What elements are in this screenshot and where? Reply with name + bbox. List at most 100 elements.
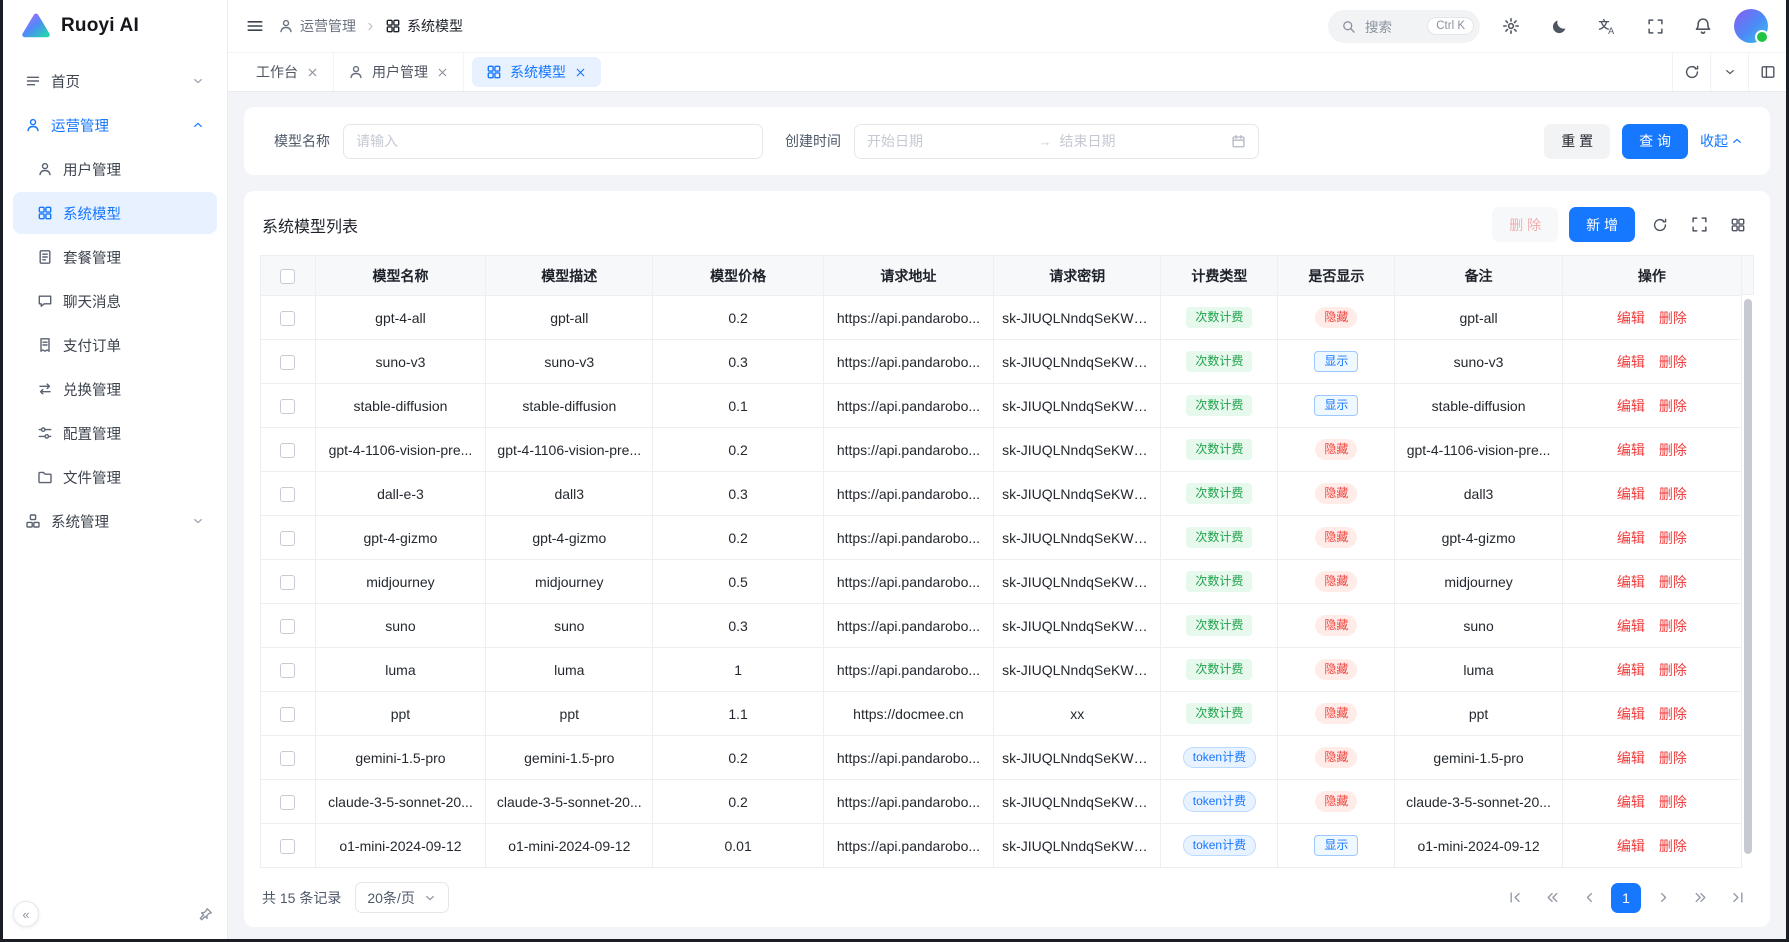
- row-checkbox[interactable]: [280, 663, 295, 678]
- sidebar-item-chat[interactable]: 聊天消息: [13, 280, 217, 322]
- global-search[interactable]: 搜索 Ctrl K: [1328, 10, 1480, 43]
- delete-link[interactable]: 删除: [1659, 442, 1687, 458]
- pin-sidebar-icon[interactable]: [198, 907, 213, 922]
- row-checkbox[interactable]: [280, 707, 295, 722]
- row-checkbox[interactable]: [280, 839, 295, 854]
- prev-page-button[interactable]: [1574, 883, 1604, 913]
- add-button[interactable]: 新 增: [1569, 207, 1635, 242]
- collapse-sidebar-button[interactable]: «: [13, 901, 39, 927]
- tab-models[interactable]: 系统模型: [472, 57, 601, 87]
- page-number-current[interactable]: 1: [1611, 883, 1641, 913]
- row-checkbox[interactable]: [280, 575, 295, 590]
- edit-link[interactable]: 编辑: [1617, 398, 1645, 414]
- edit-link[interactable]: 编辑: [1617, 354, 1645, 370]
- notifications-icon[interactable]: [1686, 9, 1720, 43]
- delete-link[interactable]: 删除: [1659, 662, 1687, 678]
- search-button[interactable]: 查 询: [1622, 124, 1688, 159]
- date-range-input[interactable]: 开始日期 → 结束日期: [854, 124, 1259, 159]
- scrollbar-thumb[interactable]: [1744, 299, 1752, 854]
- column-header: 请求密钥: [994, 256, 1161, 296]
- fullscreen-icon[interactable]: [1638, 9, 1672, 43]
- row-checkbox[interactable]: [280, 311, 295, 326]
- billing-type-tag: 次数计费: [1186, 659, 1252, 680]
- next-page-button[interactable]: [1648, 883, 1678, 913]
- delete-link[interactable]: 删除: [1659, 618, 1687, 634]
- last-page-button[interactable]: [1722, 883, 1752, 913]
- sidebar-group-label: 系统管理: [51, 511, 109, 532]
- edit-link[interactable]: 编辑: [1617, 750, 1645, 766]
- tab-options-icon[interactable]: [1710, 53, 1748, 91]
- page-size-select[interactable]: 20条/页: [355, 882, 448, 913]
- row-checkbox[interactable]: [280, 531, 295, 546]
- menu-toggle-icon[interactable]: [246, 17, 264, 35]
- tab-users[interactable]: 用户管理: [334, 53, 464, 91]
- row-checkbox[interactable]: [280, 355, 295, 370]
- delete-link[interactable]: 删除: [1659, 838, 1687, 854]
- layout-icon[interactable]: [1748, 53, 1786, 91]
- edit-link[interactable]: 编辑: [1617, 530, 1645, 546]
- sidebar-item-users[interactable]: 用户管理: [13, 148, 217, 190]
- delete-link[interactable]: 删除: [1659, 706, 1687, 722]
- edit-link[interactable]: 编辑: [1617, 618, 1645, 634]
- avatar[interactable]: [1734, 9, 1768, 43]
- sidebar-item-redeem[interactable]: 兑换管理: [13, 368, 217, 410]
- expand-table-icon[interactable]: [1685, 211, 1713, 239]
- model-name-input[interactable]: [356, 133, 750, 149]
- delete-link[interactable]: 删除: [1659, 750, 1687, 766]
- row-checkbox[interactable]: [280, 443, 295, 458]
- edit-link[interactable]: 编辑: [1617, 486, 1645, 502]
- column-settings-icon[interactable]: [1724, 211, 1752, 239]
- breadcrumb-item-models[interactable]: 系统模型: [385, 16, 463, 36]
- close-icon[interactable]: [574, 66, 587, 79]
- refresh-table-icon[interactable]: [1646, 211, 1674, 239]
- delete-link[interactable]: 删除: [1659, 354, 1687, 370]
- sidebar-item-files[interactable]: 文件管理: [13, 456, 217, 498]
- search-shortcut-badge: Ctrl K: [1427, 17, 1474, 35]
- first-page-button[interactable]: [1500, 883, 1530, 913]
- settings-icon[interactable]: [1494, 9, 1528, 43]
- sidebar-item-label: 兑换管理: [63, 379, 121, 400]
- dark-mode-icon[interactable]: [1542, 9, 1576, 43]
- row-checkbox[interactable]: [280, 487, 295, 502]
- edit-link[interactable]: 编辑: [1617, 706, 1645, 722]
- language-icon[interactable]: 文A: [1590, 9, 1624, 43]
- edit-link[interactable]: 编辑: [1617, 310, 1645, 326]
- sidebar-group-home[interactable]: 首页: [13, 60, 217, 102]
- delete-link[interactable]: 删除: [1659, 310, 1687, 326]
- edit-link[interactable]: 编辑: [1617, 838, 1645, 854]
- edit-link[interactable]: 编辑: [1617, 662, 1645, 678]
- delete-link[interactable]: 删除: [1659, 398, 1687, 414]
- row-checkbox[interactable]: [280, 399, 295, 414]
- table-row: o1-mini-2024-09-12o1-mini-2024-09-120.01…: [261, 824, 1742, 868]
- breadcrumb-item-operations[interactable]: 运营管理: [278, 16, 356, 36]
- sidebar-group-system[interactable]: 系统管理: [13, 500, 217, 542]
- next-group-button[interactable]: [1685, 883, 1715, 913]
- select-all-checkbox[interactable]: [280, 269, 295, 284]
- sidebar-item-config[interactable]: 配置管理: [13, 412, 217, 454]
- column-header: 模型描述: [486, 256, 653, 296]
- sidebar-item-orders[interactable]: 支付订单: [13, 324, 217, 366]
- edit-link[interactable]: 编辑: [1617, 794, 1645, 810]
- close-icon[interactable]: [436, 66, 449, 79]
- brand[interactable]: Ruoyi AI: [3, 0, 227, 52]
- delete-link[interactable]: 删除: [1659, 530, 1687, 546]
- tab-workbench[interactable]: 工作台: [242, 53, 334, 91]
- row-checkbox[interactable]: [280, 795, 295, 810]
- delete-link[interactable]: 删除: [1659, 574, 1687, 590]
- sidebar-item-packages[interactable]: 套餐管理: [13, 236, 217, 278]
- collapse-filter-link[interactable]: 收起: [1700, 131, 1744, 151]
- delete-link[interactable]: 删除: [1659, 486, 1687, 502]
- row-checkbox[interactable]: [280, 619, 295, 634]
- billing-type-tag: 次数计费: [1186, 307, 1252, 328]
- row-checkbox[interactable]: [280, 751, 295, 766]
- close-icon[interactable]: [306, 66, 319, 79]
- reset-button[interactable]: 重 置: [1544, 124, 1610, 159]
- delete-link[interactable]: 删除: [1659, 794, 1687, 810]
- edit-link[interactable]: 编辑: [1617, 574, 1645, 590]
- delete-selected-button[interactable]: 删 除: [1492, 207, 1558, 242]
- sidebar-item-models[interactable]: 系统模型: [13, 192, 217, 234]
- prev-group-button[interactable]: [1537, 883, 1567, 913]
- edit-link[interactable]: 编辑: [1617, 442, 1645, 458]
- refresh-page-icon[interactable]: [1672, 53, 1710, 91]
- sidebar-group-operations[interactable]: 运营管理: [13, 104, 217, 146]
